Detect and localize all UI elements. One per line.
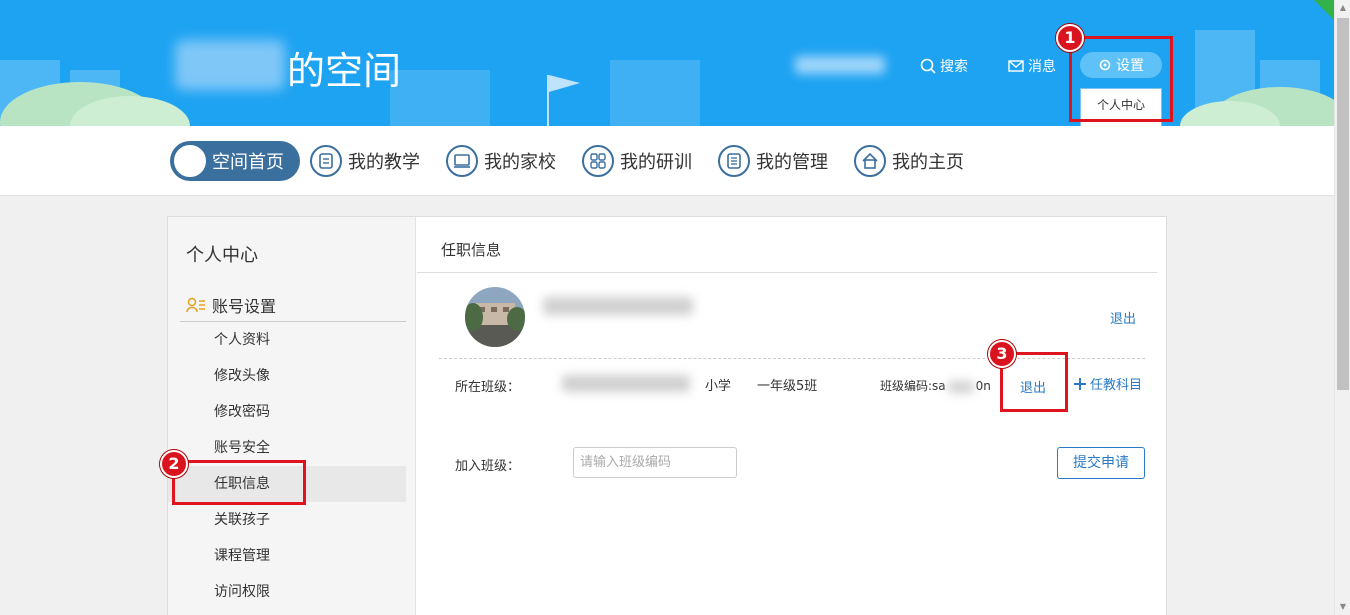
document-icon [310,145,342,177]
monitor-icon [446,145,478,177]
account-settings-icon [186,297,205,313]
main-content: 任职信息 退出 所在班级： 小学 一年级5班 班级编码:sa 0n 退出 任教科… [417,217,1167,615]
add-subject-label: 任教科目 [1090,378,1143,393]
sidebar: 个人中心 账号设置 个人资料 修改头像 修改密码 账号安全 任职信息 关联孩子 … [168,217,416,615]
sidebar-item-password[interactable]: 修改密码 [168,394,406,430]
sidebar-item-profile[interactable]: 个人资料 [168,322,406,358]
title-divider [417,272,1157,273]
sidebar-item-avatar[interactable]: 修改头像 [168,358,406,394]
messages-link[interactable]: 消息 [1008,56,1056,76]
nav-my-management[interactable]: 我的管理 [718,141,828,181]
content-panel: 个人中心 账号设置 个人资料 修改头像 修改密码 账号安全 任职信息 关联孩子 … [167,216,1167,615]
scroll-thumb[interactable] [1337,18,1349,390]
blurred-class-code [947,380,974,393]
nav-label: 我的管理 [756,152,828,173]
scroll-down-arrow-icon[interactable]: ▼ [1335,599,1350,615]
sidebar-title: 个人中心 [186,245,258,266]
blurred-class-school [562,375,690,392]
messages-label: 消息 [1028,59,1056,75]
annotation-badge-3: 3 [988,340,1016,368]
nav-space-home[interactable]: 空间首页 [170,141,300,181]
annotation-badge-1: 1 [1056,24,1084,52]
plus-icon [1074,377,1086,390]
add-subject-link[interactable]: 任教科目 [1073,374,1142,393]
list-icon [718,145,750,177]
class-code-input[interactable]: 请输入班级编码 [573,447,737,478]
nav-label: 我的研训 [620,152,692,173]
blurred-username [175,40,285,90]
search-link[interactable]: 搜索 [920,56,968,76]
annotation-badge-2: 2 [160,450,188,478]
join-class-label: 加入班级： [455,459,521,474]
user-icon [174,145,206,177]
class-code-prefix: 班级编码:sa [880,379,946,393]
sidebar-item-access[interactable]: 访问权限 [168,574,406,610]
nav-my-research[interactable]: 我的研训 [582,141,692,181]
space-title: 的空间 [287,49,402,93]
corner-flag-icon [1314,0,1334,20]
blurred-school-name [543,297,693,315]
annotation-box-2 [172,460,306,505]
class-label: 所在班级： [455,380,521,395]
search-label: 搜索 [940,59,968,75]
school-logout-link[interactable]: 退出 [1110,308,1136,327]
home-icon [854,145,886,177]
sidebar-group-account: 账号设置 [186,293,276,317]
class-code-suffix: 0n [975,379,991,393]
nav-label: 我的教学 [348,152,420,173]
nav-label: 我的家校 [484,152,556,173]
nav-my-home-school[interactable]: 我的家校 [446,141,556,181]
nav-my-teaching[interactable]: 我的教学 [310,141,420,181]
search-icon [920,58,936,74]
school-avatar [465,287,525,347]
sidebar-item-children[interactable]: 关联孩子 [168,502,406,538]
main-nav: 空间首页 我的教学 我的家校 我的研训 我的管理 我的主页 [0,126,1334,196]
sidebar-item-courses[interactable]: 课程管理 [168,538,406,574]
blurred-account [795,56,885,74]
mail-icon [1008,60,1024,72]
school-level: 小学 [705,379,732,394]
vertical-scrollbar[interactable]: ▲ ▼ [1334,0,1350,615]
grade-class: 一年级5班 [757,379,818,394]
submit-application-button[interactable]: 提交申请 [1057,447,1145,479]
nav-label: 空间首页 [212,152,284,173]
sidebar-group-label: 账号设置 [212,297,277,316]
annotation-box-1 [1069,36,1173,122]
nav-label: 我的主页 [892,152,964,173]
class-code: 班级编码:sa 0n [880,377,991,394]
nav-my-homepage[interactable]: 我的主页 [854,141,964,181]
section-title: 任职信息 [441,241,502,259]
grid-icon [582,145,614,177]
scroll-up-arrow-icon[interactable]: ▲ [1335,0,1350,16]
